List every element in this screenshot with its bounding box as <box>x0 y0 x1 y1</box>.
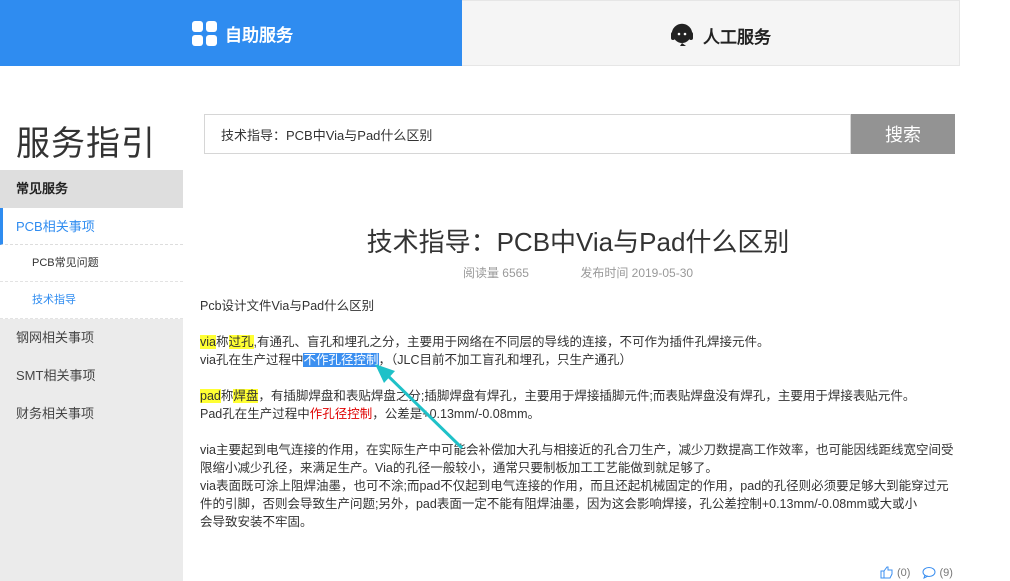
text-via-rest: ,有通孔、盲孔和埋孔之分，主要用于网络在不同层的导线的连接，不可作为插件孔焊接元… <box>253 335 770 349</box>
apps-grid-icon <box>192 21 217 46</box>
highlight-pad: pad <box>200 389 221 403</box>
highlight-guokong: 过孔 <box>228 335 254 349</box>
sidebar-title: 服务指引 <box>16 125 156 163</box>
paragraph-conclusion: 会导致安装不牢固。 <box>200 515 313 529</box>
sidebar-item-smt[interactable]: SMT相关事项 <box>0 357 183 395</box>
paragraph-via-definition: via称过孔,有通孔、盲孔和埋孔之分，主要用于网络在不同层的导线的连接，不可作为… <box>200 333 956 351</box>
sidebar-item-finance[interactable]: 财务相关事项 <box>0 395 183 433</box>
text-cheng-2: 称 <box>220 389 234 403</box>
publish-date: 发布时间 2019-05-30 <box>580 266 694 280</box>
text-via-process-prefix: via孔在生产过程中 <box>200 353 304 367</box>
article-meta: 阅读量 6565 发布时间 2019-05-30 <box>200 264 956 281</box>
paragraph-via-surface: via表面既可涂上阻焊油墨，也可不涂;而pad不仅起到电气连接的作用，而且还起机… <box>200 479 949 511</box>
sidebar-subitem-tech-guide[interactable]: 技术指导 <box>0 282 183 319</box>
comment-button[interactable]: (9) <box>922 566 953 579</box>
reactions-bar: (0) (9) <box>880 566 965 579</box>
thumbs-up-icon <box>880 566 893 579</box>
article-intro: Pcb设计文件Via与Pad什么区别 <box>200 299 375 313</box>
like-count: (0) <box>897 566 911 579</box>
paragraph-via-process: via孔在生产过程中不作孔径控制，（JLC目前不加工盲孔和埋孔，只生产通孔） <box>200 351 956 369</box>
paragraph-pad-definition: pad称焊盘，有插脚焊盘和表贴焊盘之分;插脚焊盘有焊孔，主要用于焊接插脚元件;而… <box>200 387 956 405</box>
read-count: 阅读量 6565 <box>462 266 529 280</box>
like-button[interactable]: (0) <box>880 566 910 579</box>
service-tabs: 自助服务 人工服务 <box>0 0 960 66</box>
text-pad-process-prefix: Pad孔在生产过程中 <box>200 407 310 421</box>
sidebar-item-stencil[interactable]: 钢网相关事项 <box>0 319 183 357</box>
tab-human-service[interactable]: 人工服务 <box>462 0 960 66</box>
highlight-hanpan: 焊盘 <box>233 389 259 403</box>
red-text-aperture-control: 作孔径控制 <box>309 407 373 421</box>
tab-human-service-label: 人工服务 <box>703 27 771 47</box>
article-title: 技术指导：PCB中Via与Pad什么区别 <box>366 227 790 257</box>
tab-self-service-label: 自助服务 <box>225 26 293 45</box>
text-pad-rest: ，有插脚焊盘和表贴焊盘之分;插脚焊盘有焊孔，主要用于焊接插脚元件;而表贴焊盘没有… <box>258 389 916 403</box>
article-content: Pcb设计文件Via与Pad什么区别 via称过孔,有通孔、盲孔和埋孔之分，主要… <box>200 297 956 531</box>
text-cheng: 称 <box>215 335 229 349</box>
comment-count: (9) <box>939 566 953 579</box>
text-pad-process-suffix: ，公差是+0.13mm/-0.08mm。 <box>372 407 541 421</box>
sidebar-menu: 常见服务 PCB相关事项 PCB常见问题 技术指导 钢网相关事项 SMT相关事项… <box>0 170 183 581</box>
headset-icon <box>671 23 693 46</box>
sidebar-subitem-pcb-faq[interactable]: PCB常见问题 <box>0 245 183 282</box>
tab-self-service[interactable]: 自助服务 <box>0 0 480 66</box>
selected-text-no-aperture-control[interactable]: 不作孔径控制 <box>303 353 379 367</box>
paragraph-pad-process: Pad孔在生产过程中作孔径控制，公差是+0.13mm/-0.08mm。 <box>200 405 956 423</box>
comment-icon <box>922 567 936 579</box>
search-input[interactable] <box>204 114 851 154</box>
text-via-process-suffix: ，（JLC目前不加工盲孔和埋孔，只生产通孔） <box>378 353 632 367</box>
search-bar: 搜索 <box>204 114 955 154</box>
sidebar-item-pcb[interactable]: PCB相关事项 <box>0 208 183 245</box>
highlight-via: via <box>200 335 216 349</box>
sidebar: 服务指引 常见服务 PCB相关事项 PCB常见问题 技术指导 钢网相关事项 SM… <box>0 66 183 581</box>
paragraph-via-function: via主要起到电气连接的作用，在实际生产中可能会补偿加大孔与相接近的孔合刀生产，… <box>200 443 954 475</box>
search-button[interactable]: 搜索 <box>851 114 955 154</box>
sidebar-section-header: 常见服务 <box>0 170 183 208</box>
